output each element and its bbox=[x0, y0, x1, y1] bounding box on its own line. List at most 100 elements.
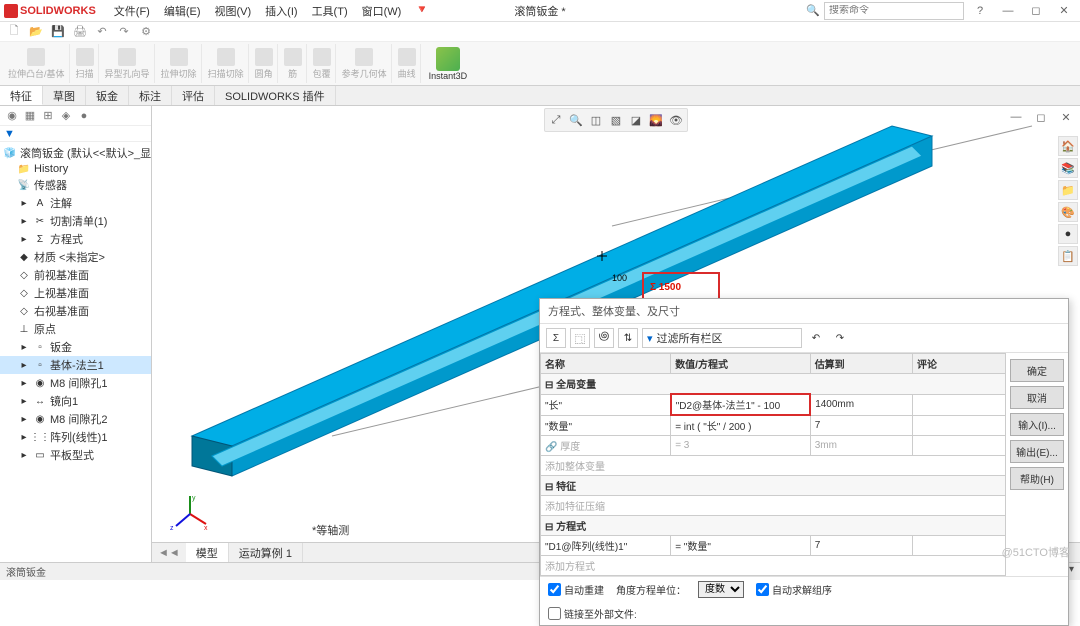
tree-tab3-icon[interactable]: ⊞ bbox=[40, 108, 56, 124]
open-icon[interactable]: 📂 bbox=[28, 24, 44, 40]
tree-item[interactable]: ▸A注解 bbox=[0, 194, 151, 212]
eq-sort-icon[interactable]: ⇅ bbox=[618, 328, 638, 348]
tree-tab5-icon[interactable]: ● bbox=[76, 108, 92, 124]
table-row[interactable]: "数量" = int ( "长" / 200 ) 7 bbox=[541, 415, 1006, 436]
expand-icon[interactable]: ▸ bbox=[18, 215, 30, 227]
expand-icon[interactable]: ▸ bbox=[18, 395, 30, 407]
ribbon-wrap[interactable]: 包覆 bbox=[309, 44, 336, 83]
help-icon[interactable]: ? bbox=[968, 2, 992, 20]
equations-table[interactable]: 名称 数值/方程式 估算到 评论 ⊟ 全局变量 "长" "D2@基体-法兰1" … bbox=[540, 353, 1006, 576]
feature-tree[interactable]: 🧊 滚筒钣金 (默认<<默认>_显示状态 1 📁History📡传感器▸A注解▸… bbox=[0, 142, 151, 562]
minimize-icon[interactable]: — bbox=[996, 2, 1020, 20]
tree-item[interactable]: ▸◉M8 间隙孔1 bbox=[0, 374, 151, 392]
ribbon-fillet[interactable]: 圆角 bbox=[251, 44, 278, 83]
eq-undo-icon[interactable]: ↶ bbox=[806, 328, 826, 348]
expand-icon[interactable]: ▸ bbox=[18, 449, 30, 461]
menu-more-icon[interactable]: 🔻 bbox=[409, 1, 435, 21]
tab-evaluate[interactable]: 评估 bbox=[172, 86, 215, 105]
auto-solve-check[interactable]: 自动求解组序 bbox=[756, 582, 832, 597]
tree-item[interactable]: 📡传感器 bbox=[0, 176, 151, 194]
ribbon-extrude[interactable]: 拉伸凸台/基体 bbox=[4, 44, 70, 83]
tree-item[interactable]: ▸✂切割清单(1) bbox=[0, 212, 151, 230]
tab-sheetmetal[interactable]: 钣金 bbox=[86, 86, 129, 105]
table-row[interactable]: "长" "D2@基体-法兰1" - 100 1400mm bbox=[541, 394, 1006, 415]
tree-item[interactable]: ◆材质 <未指定> bbox=[0, 248, 151, 266]
tree-item[interactable]: ▸Σ方程式 bbox=[0, 230, 151, 248]
ok-button[interactable]: 确定 bbox=[1010, 359, 1064, 382]
undo-icon[interactable]: ↶ bbox=[94, 24, 110, 40]
tree-item[interactable]: ▸◉M8 间隙孔2 bbox=[0, 410, 151, 428]
auto-rebuild-check[interactable]: 自动重建 bbox=[548, 582, 604, 597]
tree-tab2-icon[interactable]: ▦ bbox=[22, 108, 38, 124]
tree-item[interactable]: ▸▫基体-法兰1 bbox=[0, 356, 151, 374]
eq-filter-box[interactable]: ▾ 过滤所有栏区 bbox=[642, 328, 802, 348]
cancel-button[interactable]: 取消 bbox=[1010, 386, 1064, 409]
menu-edit[interactable]: 编辑(E) bbox=[158, 1, 207, 21]
ribbon-refgeom[interactable]: 参考几何体 bbox=[338, 44, 392, 83]
orientation-triad[interactable]: y x z bbox=[170, 494, 210, 534]
table-row-add[interactable]: 添加整体变量 bbox=[541, 456, 1006, 476]
eq-redo-icon[interactable]: ↷ bbox=[830, 328, 850, 348]
eq-sigma-icon[interactable]: Σ bbox=[546, 328, 566, 348]
tree-item[interactable]: ◇右视基准面 bbox=[0, 302, 151, 320]
instant3d-button[interactable]: Instant3D bbox=[423, 47, 474, 81]
tree-item[interactable]: ⊥原点 bbox=[0, 320, 151, 338]
eq-view2-icon[interactable]: ಄ bbox=[594, 328, 614, 348]
menu-window[interactable]: 窗口(W) bbox=[356, 1, 408, 21]
search-input[interactable] bbox=[829, 5, 959, 16]
redo-icon[interactable]: ↷ bbox=[116, 24, 132, 40]
expand-icon[interactable]: ▸ bbox=[18, 431, 30, 443]
print-icon[interactable]: 🖨 bbox=[72, 24, 88, 40]
menu-insert[interactable]: 插入(I) bbox=[259, 1, 303, 21]
tab-plugins[interactable]: SOLIDWORKS 插件 bbox=[215, 86, 336, 105]
collapse-icon[interactable]: ⊟ bbox=[545, 482, 553, 493]
tab-sketch[interactable]: 草图 bbox=[43, 86, 86, 105]
ribbon-hole[interactable]: 异型孔向导 bbox=[101, 44, 155, 83]
new-icon[interactable]: 🗋 bbox=[6, 24, 22, 40]
expand-icon[interactable]: ▸ bbox=[18, 197, 30, 209]
table-row[interactable]: "D1@阵列(线性)1" = "数量" 7 bbox=[541, 536, 1006, 556]
options-icon[interactable]: ⚙ bbox=[138, 24, 154, 40]
equations-dialog[interactable]: 方程式、整体变量、及尺寸 Σ ⿹ ಄ ⇅ ▾ 过滤所有栏区 ↶ ↷ 名称 数值/… bbox=[539, 298, 1069, 626]
expand-icon[interactable]: ▸ bbox=[18, 233, 30, 245]
save-icon[interactable]: 💾 bbox=[50, 24, 66, 40]
export-button[interactable]: 输出(E)... bbox=[1010, 440, 1064, 463]
import-button[interactable]: 输入(I)... bbox=[1010, 413, 1064, 436]
tree-item[interactable]: ▸↔镜向1 bbox=[0, 392, 151, 410]
tab-nav-prev-icon[interactable]: ◄◄ bbox=[152, 547, 186, 559]
tab-annotate[interactable]: 标注 bbox=[129, 86, 172, 105]
ribbon-cut[interactable]: 拉伸切除 bbox=[157, 44, 202, 83]
link-ext-check[interactable]: 链接至外部文件: bbox=[548, 606, 637, 621]
help-button[interactable]: 帮助(H) bbox=[1010, 467, 1064, 490]
tab-features[interactable]: 特征 bbox=[0, 86, 43, 105]
collapse-icon[interactable]: ⊟ bbox=[545, 380, 553, 391]
collapse-icon[interactable]: ⊟ bbox=[545, 522, 553, 533]
menu-tools[interactable]: 工具(T) bbox=[306, 1, 354, 21]
tree-item[interactable]: ◇上视基准面 bbox=[0, 284, 151, 302]
ribbon-sweep[interactable]: 扫描 bbox=[72, 44, 99, 83]
status-more-icon[interactable]: ▾ bbox=[1069, 564, 1074, 579]
tree-root[interactable]: 🧊 滚筒钣金 (默认<<默认>_显示状态 1 bbox=[0, 144, 151, 162]
filter-icon[interactable]: ▼ bbox=[4, 128, 15, 140]
maximize-icon[interactable]: ◻ bbox=[1024, 2, 1048, 20]
tree-tab4-icon[interactable]: ◈ bbox=[58, 108, 74, 124]
expand-icon[interactable]: ▸ bbox=[18, 341, 30, 353]
expand-icon[interactable]: ▸ bbox=[18, 377, 30, 389]
menu-file[interactable]: 文件(F) bbox=[108, 1, 156, 21]
table-row-add[interactable]: 添加特征压缩 bbox=[541, 496, 1006, 516]
tab-model[interactable]: 模型 bbox=[186, 543, 229, 563]
menu-view[interactable]: 视图(V) bbox=[209, 1, 258, 21]
tree-item[interactable]: ▸▫钣金 bbox=[0, 338, 151, 356]
close-icon[interactable]: ✕ bbox=[1052, 2, 1076, 20]
expand-icon[interactable]: ▸ bbox=[18, 413, 30, 425]
tree-item[interactable]: ▸⋮⋮阵列(线性)1 bbox=[0, 428, 151, 446]
search-box[interactable] bbox=[824, 2, 964, 20]
tab-motion[interactable]: 运动算例 1 bbox=[229, 543, 303, 563]
ribbon-sweepcut[interactable]: 扫描切除 bbox=[204, 44, 249, 83]
table-row[interactable]: 🔗 厚度 = 3 3mm bbox=[541, 436, 1006, 456]
tree-item[interactable]: ▸▭平板型式 bbox=[0, 446, 151, 464]
expand-icon[interactable]: ▸ bbox=[18, 359, 30, 371]
tree-item[interactable]: ◇前视基准面 bbox=[0, 266, 151, 284]
tree-tab1-icon[interactable]: ◉ bbox=[4, 108, 20, 124]
tree-item[interactable]: 📁History bbox=[0, 162, 151, 176]
